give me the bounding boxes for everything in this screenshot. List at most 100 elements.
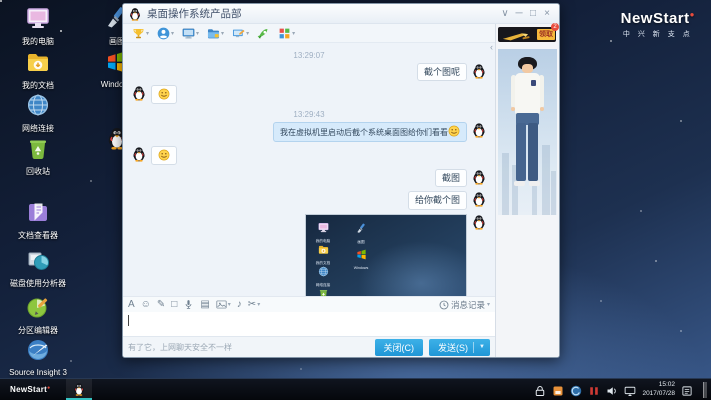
tray-network-icon[interactable] bbox=[570, 384, 582, 396]
figure-torso bbox=[515, 73, 540, 115]
system-tray: 15:02 2017/07/28 bbox=[534, 381, 707, 398]
group-apps-button[interactable]: ▾ bbox=[275, 26, 298, 41]
promo-link[interactable]: 有了它，上网聊天安全不一样 bbox=[128, 342, 375, 353]
recycle-bin-icon bbox=[26, 136, 50, 160]
minimize-icon[interactable]: ─ bbox=[512, 5, 526, 23]
qq-avatar[interactable] bbox=[471, 214, 487, 230]
emoticon-button[interactable]: ☺ bbox=[141, 298, 151, 312]
qq-avatar[interactable] bbox=[471, 63, 487, 79]
tray-input-method-icon[interactable] bbox=[588, 384, 600, 396]
qq-task-icon bbox=[72, 382, 86, 396]
my-documents-icon bbox=[26, 50, 50, 74]
screenshot-button[interactable]: □ bbox=[171, 298, 177, 312]
qq-avatar[interactable] bbox=[471, 169, 487, 185]
start-button-label: NewStart● bbox=[10, 385, 50, 394]
doc-viewer-icon bbox=[26, 200, 50, 224]
chat-message-list[interactable]: 13:29:07截个图呢13:29:43我在虚拟机里启动后截个系统桌面图给你们看… bbox=[123, 43, 495, 296]
chat-header-toolbar: ▾ ▾ ▾ ▾ ▾ ▾ bbox=[123, 24, 495, 43]
send-button-divider bbox=[473, 342, 474, 353]
desktop-icon-recycle-bin[interactable]: 回收站 bbox=[7, 136, 69, 177]
desktop-icon-disk-analyzer[interactable]: 磁盘使用分析器 bbox=[7, 248, 69, 289]
dropdown-caret-icon[interactable]: ▾ bbox=[221, 30, 224, 37]
city-silhouette bbox=[502, 153, 509, 215]
ad-banner[interactable]: 领取 2 bbox=[498, 27, 556, 42]
send-button[interactable]: 发送(S) ▼ bbox=[429, 339, 490, 356]
desktop-icon-partition-editor[interactable]: 分区编辑器 bbox=[7, 295, 69, 336]
audio-call-button[interactable] bbox=[254, 26, 273, 41]
send-options-caret-icon[interactable]: ▼ bbox=[479, 344, 485, 350]
screen-share-button[interactable]: ▾ bbox=[179, 26, 202, 41]
notes-button[interactable]: ▤ bbox=[200, 298, 209, 312]
member-profile-button[interactable]: ▾ bbox=[154, 26, 177, 41]
figure-shoe-left bbox=[514, 181, 525, 186]
dropdown-caret-icon[interactable]: ▾ bbox=[292, 30, 295, 37]
qq-show-avatar[interactable] bbox=[498, 49, 557, 215]
close-icon[interactable]: × bbox=[540, 5, 554, 23]
figure-leg-left bbox=[516, 123, 526, 181]
dropdown-caret-icon[interactable]: ▾ bbox=[228, 298, 231, 312]
group-activity-button[interactable]: ▾ bbox=[129, 26, 152, 41]
music-button[interactable]: ♪ bbox=[237, 298, 242, 312]
mini-desktop-icon: 画图 bbox=[346, 221, 376, 245]
chat-message-row: 我的电脑我的文档网络连接回收站画图Windows× bbox=[131, 214, 487, 297]
taskbar-clock[interactable]: 15:02 2017/07/28 bbox=[642, 381, 675, 398]
desktop-icon-my-documents[interactable]: 我的文档 bbox=[7, 50, 69, 91]
desktop-icon-my-computer[interactable]: 我的电脑 bbox=[7, 6, 69, 47]
remote-assist-button[interactable]: ▾ bbox=[229, 26, 252, 41]
tray-display-icon[interactable] bbox=[624, 384, 636, 396]
window-settings-chevron-icon[interactable]: ∨ bbox=[498, 5, 512, 23]
desktop-icon-label: 我的电脑 bbox=[7, 36, 69, 47]
qq-avatar[interactable] bbox=[471, 191, 487, 207]
dropdown-caret-icon[interactable]: ▾ bbox=[196, 30, 199, 37]
desktop-icon-label: 分区编辑器 bbox=[7, 325, 69, 336]
taskbar-qq-task[interactable] bbox=[66, 379, 92, 400]
dropdown-caret-icon[interactable]: ▾ bbox=[246, 30, 249, 37]
mini-desktop-icon: 网络连接 bbox=[308, 264, 338, 288]
mini-qq-icon bbox=[360, 293, 371, 297]
start-button[interactable]: NewStart● bbox=[4, 379, 56, 400]
clip-button[interactable]: ✂▾ bbox=[248, 298, 260, 312]
desktop[interactable]: NewStart● 中 兴 新 支 点 我的电脑我的文档网络连接回收站文档查看器… bbox=[0, 0, 711, 400]
desktop-icon-network[interactable]: 网络连接 bbox=[7, 93, 69, 134]
voice-message-icon bbox=[183, 299, 194, 310]
remote-assist-icon bbox=[232, 27, 245, 40]
voice-message-button[interactable] bbox=[183, 299, 194, 310]
message-side-column: × bbox=[471, 214, 487, 297]
tray-app-icon[interactable] bbox=[552, 384, 564, 396]
show-desktop-button[interactable] bbox=[703, 382, 707, 398]
close-chat-button[interactable]: 关闭(C) bbox=[375, 339, 424, 356]
send-image-button[interactable]: ▾ bbox=[216, 298, 231, 312]
font-button[interactable]: A bbox=[128, 298, 135, 312]
timestamp: 13:29:07 bbox=[123, 51, 495, 60]
text-cursor bbox=[128, 315, 129, 326]
tray-lock-icon[interactable] bbox=[534, 384, 546, 396]
tray-notifications-icon[interactable] bbox=[681, 384, 693, 396]
qq-avatar[interactable] bbox=[131, 146, 147, 162]
desktop-icon-label: 磁盘使用分析器 bbox=[7, 278, 69, 289]
desktop-icon-doc-viewer[interactable]: 文档查看器 bbox=[7, 200, 69, 241]
chat-bubble: 截个图呢 bbox=[417, 63, 467, 81]
window-titlebar[interactable]: 桌面操作系统产品部 ∨ ─ □ × bbox=[123, 4, 559, 24]
message-input[interactable] bbox=[123, 312, 495, 336]
chat-image-screenshot[interactable]: 我的电脑我的文档网络连接回收站画图Windows bbox=[305, 214, 467, 297]
desktop-icon-label: 文档查看器 bbox=[7, 230, 69, 241]
ad-claim-button[interactable]: 领取 bbox=[537, 29, 555, 40]
nudge-button[interactable]: ✎ bbox=[157, 298, 165, 312]
chat-message-row: 给你截个图 bbox=[131, 191, 487, 209]
dropdown-caret-icon[interactable]: ▾ bbox=[146, 30, 149, 37]
dropdown-caret-icon[interactable]: ▾ bbox=[257, 298, 260, 312]
desktop-icon-source-insight[interactable]: Source Insight 3 bbox=[7, 338, 69, 377]
clock-icon bbox=[439, 300, 449, 310]
qq-avatar[interactable] bbox=[471, 122, 487, 138]
emoji-face-icon bbox=[158, 149, 170, 161]
taskbar: NewStart● 15:02 2017/07/28 bbox=[0, 378, 711, 400]
file-transfer-button[interactable]: ▾ bbox=[204, 26, 227, 41]
tray-volume-icon[interactable] bbox=[606, 384, 618, 396]
history-button[interactable]: 消息记录▾ bbox=[439, 299, 490, 311]
maximize-icon[interactable]: □ bbox=[526, 5, 540, 23]
dropdown-caret-icon[interactable]: ▾ bbox=[171, 30, 174, 37]
qqshow-collapse-icon[interactable]: ‹ bbox=[490, 42, 493, 52]
dropdown-caret-icon[interactable]: ▾ bbox=[487, 301, 490, 308]
emoji-face-icon bbox=[158, 88, 170, 100]
qq-avatar[interactable] bbox=[131, 85, 147, 101]
